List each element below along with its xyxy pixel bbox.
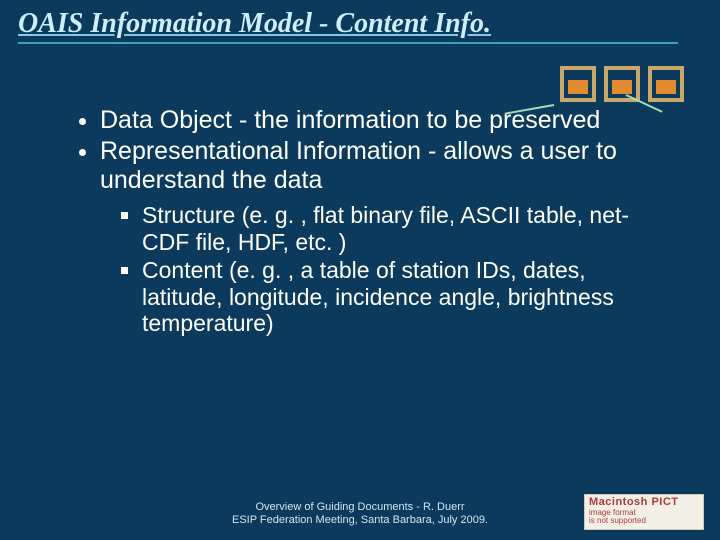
- thumbnail-icon: [560, 66, 596, 102]
- thumbnails-graphic: [560, 58, 690, 110]
- bullet-text: Representational Information - allows a …: [100, 137, 617, 194]
- sub-bullet-item: Content (e. g. , a table of station IDs,…: [142, 257, 660, 336]
- thumbnail-inner-icon: [656, 80, 676, 94]
- badge-line3: is not supported: [589, 517, 699, 525]
- thumbnail-inner-icon: [568, 80, 588, 94]
- sub-bullet-list: Structure (e. g. , flat binary file, ASC…: [100, 202, 660, 336]
- pict-not-supported-badge: Macintosh PICT image format is not suppo…: [584, 494, 704, 530]
- sub-bullet-item: Structure (e. g. , flat binary file, ASC…: [142, 202, 660, 255]
- badge-line1: Macintosh PICT: [589, 497, 699, 509]
- thumbnail-icon: [648, 66, 684, 102]
- bullet-item: Representational Information - allows a …: [100, 137, 660, 337]
- thumbnail-icon: [604, 66, 640, 102]
- bullet-list: Data Object - the information to be pres…: [60, 106, 660, 336]
- title-area: OAIS Information Model - Content Info.: [0, 0, 720, 46]
- thumbnail-inner-icon: [612, 80, 632, 94]
- slide-title: OAIS Information Model - Content Info.: [18, 8, 702, 40]
- title-underline: [18, 42, 678, 44]
- slide: OAIS Information Model - Content Info. D…: [0, 0, 720, 540]
- bullet-item: Data Object - the information to be pres…: [100, 106, 660, 135]
